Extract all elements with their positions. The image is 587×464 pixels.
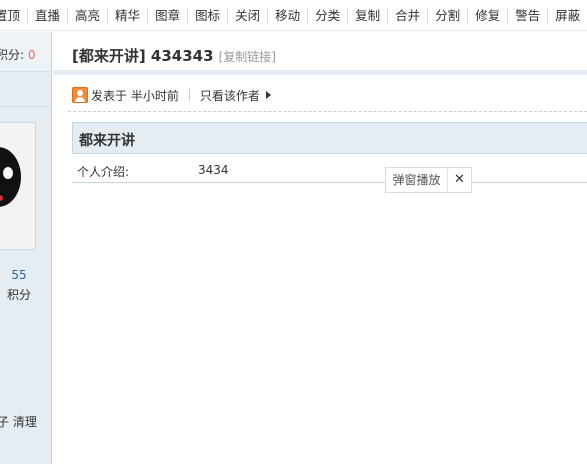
post-meta: 发表于 半小时前 只看该作者 <box>72 86 271 104</box>
intro-label: 个人介绍: <box>77 165 130 179</box>
sidebar-header: 积分: 0 <box>0 32 51 72</box>
close-icon[interactable]: ✕ <box>448 168 471 192</box>
toolbar-copy-button[interactable]: 复制 <box>347 8 387 23</box>
title-divider-band <box>53 70 587 75</box>
popup-control: 弹窗播放 ✕ <box>385 167 472 193</box>
sidebar-points-value: 0 <box>27 48 36 62</box>
copy-link-button[interactable]: [复制链接] <box>219 48 276 65</box>
toolbar-digest-button[interactable]: 精华 <box>107 8 147 23</box>
toolbar-block-button[interactable]: 屏蔽 <box>547 8 587 23</box>
toolbar-merge-button[interactable]: 合并 <box>387 8 427 23</box>
toolbar-items: 置顶 直播 高亮 精华 图章 图标 关闭 移动 分类 复制 合并 分割 修复 警… <box>0 0 587 30</box>
thread-title-row: [都来开讲] 434343 [复制链接] <box>72 45 276 66</box>
intro-value: 3434 <box>198 163 229 177</box>
toolbar-repair-button[interactable]: 修复 <box>467 8 507 23</box>
toolbar-stamp-button[interactable]: 图章 <box>147 8 187 23</box>
dashed-separator <box>68 111 587 112</box>
author-sidebar: 积分: 0 55 积分 子 清理 <box>0 32 52 464</box>
only-author-link[interactable]: 只看该作者 <box>200 87 260 104</box>
toolbar-live-button[interactable]: 直播 <box>27 8 67 23</box>
profile-heading: 都来开讲 <box>79 133 135 149</box>
toolbar-icon-button[interactable]: 图标 <box>187 8 227 23</box>
sidebar-stat-label: 积分 <box>6 288 31 302</box>
sidebar-stat-value[interactable]: 55 <box>8 268 30 282</box>
sidebar-clean-action[interactable]: 子 清理 <box>0 413 37 430</box>
avatar-image <box>0 123 35 249</box>
triangle-right-icon[interactable] <box>265 91 271 99</box>
toolbar-close-button[interactable]: 关闭 <box>227 8 267 23</box>
moderation-toolbar: 置顶 直播 高亮 精华 图章 图标 关闭 移动 分类 复制 合并 分割 修复 警… <box>0 0 587 31</box>
toolbar-highlight-button[interactable]: 高亮 <box>67 8 107 23</box>
sidebar-divider <box>0 106 51 107</box>
popup-play-button[interactable]: 弹窗播放 <box>386 168 448 192</box>
page-title: [都来开讲] 434343 <box>72 47 214 65</box>
meta-divider <box>188 89 190 101</box>
toolbar-warn-button[interactable]: 警告 <box>507 8 547 23</box>
toolbar-split-button[interactable]: 分割 <box>427 8 467 23</box>
profile-header: 都来开讲 <box>72 122 587 154</box>
toolbar-pin-button[interactable]: 置顶 <box>0 8 27 23</box>
toolbar-move-button[interactable]: 移动 <box>267 8 307 23</box>
profile-row: 个人介绍: 3434 <box>72 155 587 183</box>
avatar[interactable] <box>0 122 36 250</box>
sidebar-points-label: 积分: <box>0 48 25 62</box>
sidebar-points: 积分: 0 <box>0 46 36 63</box>
post-time: 发表于 半小时前 <box>91 88 179 103</box>
avatar-eye-shape <box>3 167 13 179</box>
toolbar-category-button[interactable]: 分类 <box>307 8 347 23</box>
poster-icon <box>72 87 88 103</box>
